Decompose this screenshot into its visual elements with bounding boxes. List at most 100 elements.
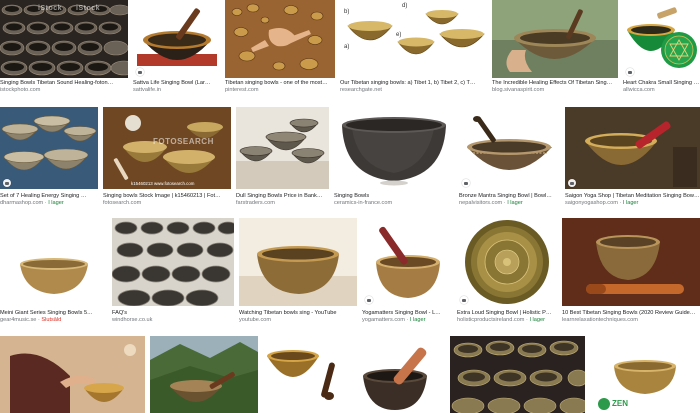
result-card[interactable]: [450, 336, 585, 413]
result-thumbnail[interactable]: [150, 336, 258, 413]
product-badge-icon: [462, 179, 470, 187]
result-title[interactable]: Our Tibetan singing bowls: a) Tibet 1, b…: [340, 80, 487, 87]
result-title[interactable]: Tibetan singing bowls - one of the most…: [225, 80, 335, 87]
result-card[interactable]: iStock iStock Singing Bowls Tibetan Soun…: [0, 0, 128, 100]
result-thumbnail[interactable]: [0, 218, 107, 306]
result-title[interactable]: The Incredible Healing Effects Of Tibeta…: [492, 80, 618, 87]
result-caption[interactable]: Heart Chakra Small Singing … allwicca.co…: [623, 80, 700, 94]
result-title[interactable]: Saigon Yoga Shop | Tibetan Meditation Si…: [565, 193, 700, 200]
result-card[interactable]: Sattva Life Singing Bowl (Lar… sattvalif…: [133, 0, 220, 100]
result-caption[interactable]: 10 Best Tibetan Singing Bowls (2020 Revi…: [562, 310, 700, 324]
result-title[interactable]: Dull Singing Bowls Price in Bank…: [236, 193, 329, 200]
product-badge-icon: [3, 179, 11, 187]
result-card[interactable]: Singing Bowls ceramics-in-france.com: [334, 107, 454, 209]
result-thumbnail[interactable]: [565, 107, 700, 189]
result-thumbnail[interactable]: [562, 218, 700, 306]
result-caption[interactable]: Set of 7 Healing Energy Singing … dharma…: [0, 193, 98, 207]
result-title[interactable]: Watching Tibetan bowls sing - YouTube: [239, 310, 357, 317]
result-card[interactable]: Tibetan singing bowls - one of the most……: [225, 0, 335, 100]
result-caption[interactable]: FAQ's windhorse.co.uk: [112, 310, 234, 324]
stock-status: I lager: [409, 317, 426, 323]
result-source: pinterest.com: [225, 87, 259, 93]
result-card[interactable]: Saigon Yoga Shop | Tibetan Meditation Si…: [565, 107, 700, 209]
result-card[interactable]: Heart Chakra Small Singing … allwicca.co…: [623, 0, 700, 100]
source-name: nepalvisitors.com: [459, 200, 503, 206]
result-thumbnail[interactable]: [239, 218, 357, 306]
result-source: istockphoto.com: [0, 87, 41, 93]
result-caption[interactable]: Dull Singing Bowls Price in Bank… farstr…: [236, 193, 329, 207]
result-title[interactable]: FAQ's: [112, 310, 234, 317]
result-card[interactable]: [0, 336, 145, 413]
result-card[interactable]: FAQ's windhorse.co.uk: [112, 218, 234, 328]
result-thumbnail[interactable]: iStock iStock: [0, 0, 128, 78]
result-thumbnail[interactable]: b) d) a) e): [340, 0, 487, 78]
result-thumbnail[interactable]: [334, 107, 454, 189]
result-source: fotosearch.com: [103, 200, 142, 206]
result-source: gear4music.se · Slutsåld: [0, 317, 62, 323]
result-caption[interactable]: The Incredible Healing Effects Of Tibeta…: [492, 80, 618, 94]
result-caption[interactable]: Singing Bowls ceramics-in-france.com: [334, 193, 454, 207]
result-thumbnail[interactable]: [236, 107, 329, 189]
result-caption[interactable]: Meini Giant Series Singing Bowls 5… gear…: [0, 310, 107, 324]
result-thumbnail[interactable]: [133, 0, 220, 78]
stock-status: I lager: [48, 200, 64, 206]
result-card[interactable]: 10 Best Tibetan Singing Bowls (2020 Revi…: [562, 218, 700, 328]
result-card[interactable]: Meini Giant Series Singing Bowls 5… gear…: [0, 218, 107, 328]
result-caption[interactable]: Sattva Life Singing Bowl (Lar… sattvalif…: [133, 80, 220, 94]
result-card[interactable]: Bronze Mantra Singing Bowl | Bowl… nepal…: [459, 107, 560, 209]
result-card[interactable]: Extra Loud Singing Bowl | Holistic P… ho…: [457, 218, 557, 328]
result-thumbnail[interactable]: [0, 107, 98, 189]
result-caption[interactable]: Extra Loud Singing Bowl | Holistic P… ho…: [457, 310, 557, 324]
result-card[interactable]: Yogamatters Singing Bowl - L… yogamatter…: [362, 218, 452, 328]
result-card[interactable]: FOTOSEARCH k15460213 www.fotosearch.com …: [103, 107, 231, 209]
result-thumbnail[interactable]: [623, 0, 700, 78]
result-card[interactable]: [150, 336, 258, 413]
result-title[interactable]: Yogamatters Singing Bowl - L…: [362, 310, 452, 317]
result-card[interactable]: Set of 7 Healing Energy Singing … dharma…: [0, 107, 98, 209]
result-thumbnail[interactable]: [457, 218, 557, 306]
result-title[interactable]: Singing bowls Stock Image | k15460213 | …: [103, 193, 231, 200]
result-title[interactable]: Singing Bowls: [334, 193, 454, 200]
result-title[interactable]: Bronze Mantra Singing Bowl | Bowl…: [459, 193, 560, 200]
result-caption[interactable]: Bronze Mantra Singing Bowl | Bowl… nepal…: [459, 193, 560, 207]
result-thumbnail[interactable]: [362, 218, 452, 306]
result-caption[interactable]: Singing bowls Stock Image | k15460213 | …: [103, 193, 231, 207]
result-thumbnail[interactable]: FOTOSEARCH k15460213 www.fotosearch.com: [103, 107, 231, 189]
result-title[interactable]: Extra Loud Singing Bowl | Holistic P…: [457, 310, 557, 317]
result-thumbnail[interactable]: [459, 107, 560, 189]
figure-label: d): [402, 3, 408, 9]
result-title[interactable]: Singing Bowls Tibetan Sound Healing-foto…: [0, 80, 128, 87]
result-thumbnail[interactable]: [263, 336, 348, 413]
result-source: youtube.com: [239, 317, 272, 323]
result-card[interactable]: b) d) a) e) Our Tibetan singing bowls: a…: [340, 0, 487, 100]
result-thumbnail[interactable]: ZEN: [590, 336, 700, 413]
result-title[interactable]: Set of 7 Healing Energy Singing …: [0, 193, 98, 200]
result-thumbnail[interactable]: [112, 218, 234, 306]
result-caption[interactable]: Watching Tibetan bowls sing - YouTube yo…: [239, 310, 357, 324]
stock-status: I lager: [622, 200, 639, 206]
watermark-id: k15460213 www.fotosearch.com: [131, 181, 195, 186]
result-thumbnail[interactable]: [225, 0, 335, 78]
result-card[interactable]: [263, 336, 348, 413]
result-thumbnail[interactable]: [450, 336, 585, 413]
result-caption[interactable]: Singing Bowls Tibetan Sound Healing-foto…: [0, 80, 128, 94]
result-thumbnail[interactable]: [353, 336, 445, 413]
result-source: sattvalife.in: [133, 87, 161, 93]
result-card[interactable]: [353, 336, 445, 413]
product-badge-icon: [626, 68, 634, 76]
result-card[interactable]: Dull Singing Bowls Price in Bank… farstr…: [236, 107, 329, 209]
result-title[interactable]: Heart Chakra Small Singing …: [623, 80, 700, 87]
result-thumbnail[interactable]: [492, 0, 618, 78]
result-thumbnail[interactable]: [0, 336, 145, 413]
result-title[interactable]: 10 Best Tibetan Singing Bowls (2020 Revi…: [562, 310, 700, 317]
result-caption[interactable]: Tibetan singing bowls - one of the most……: [225, 80, 335, 94]
result-caption[interactable]: Yogamatters Singing Bowl - L… yogamatter…: [362, 310, 452, 324]
result-title[interactable]: Sattva Life Singing Bowl (Lar…: [133, 80, 220, 87]
result-caption[interactable]: Our Tibetan singing bowls: a) Tibet 1, b…: [340, 80, 487, 94]
result-source: nepalvisitors.com · I lager: [459, 200, 523, 206]
result-caption[interactable]: Saigon Yoga Shop | Tibetan Meditation Si…: [565, 193, 700, 207]
result-card[interactable]: ZEN: [590, 336, 700, 413]
result-card[interactable]: The Incredible Healing Effects Of Tibeta…: [492, 0, 618, 100]
result-card[interactable]: Watching Tibetan bowls sing - YouTube yo…: [239, 218, 357, 328]
result-title[interactable]: Meini Giant Series Singing Bowls 5…: [0, 310, 107, 317]
